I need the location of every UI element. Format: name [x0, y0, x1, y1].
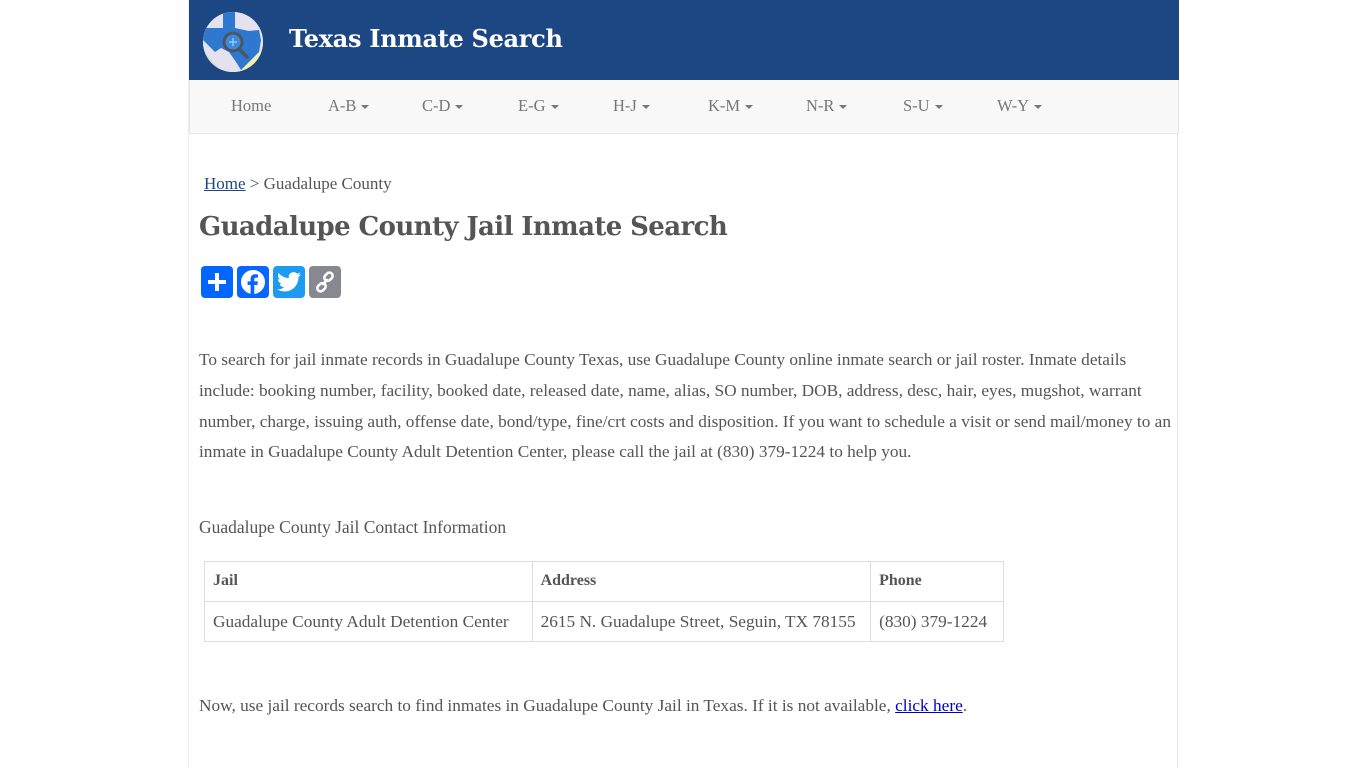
caret-down-icon — [745, 105, 754, 110]
nav-item-label: K-M — [708, 96, 741, 115]
nav-item-w-y[interactable]: W-Y — [997, 96, 1043, 116]
page-container: Texas Inmate Search Home A-B C-D E-G H-J… — [188, 0, 1179, 768]
nav-item-e-g[interactable]: E-G — [518, 96, 559, 116]
page-title: Guadalupe County Jail Inmate Search — [199, 212, 728, 242]
nav-item-s-u[interactable]: S-U — [903, 96, 943, 116]
link-icon — [316, 271, 334, 293]
site-title[interactable]: Texas Inmate Search — [289, 24, 563, 53]
share-add-button[interactable] — [201, 266, 233, 298]
outro-text: Now, use jail records search to find inm… — [199, 696, 896, 715]
cell-address: 2615 N. Guadalupe Street, Seguin, TX 781… — [531, 601, 872, 642]
nav-item-n-r[interactable]: N-R — [806, 96, 848, 116]
nav-item-h-j[interactable]: H-J — [613, 96, 650, 116]
nav-item-label: W-Y — [997, 96, 1030, 115]
breadcrumb-current: Guadalupe County — [263, 174, 392, 193]
outro-suffix: . — [962, 696, 968, 715]
plus-icon — [208, 273, 226, 291]
column-header-phone: Phone — [870, 561, 1004, 602]
caret-down-icon — [361, 105, 370, 110]
caret-down-icon — [455, 105, 464, 110]
click-here-link[interactable]: click here — [895, 696, 963, 715]
caret-down-icon — [641, 105, 650, 110]
breadcrumb-home-link[interactable]: Home — [204, 174, 246, 193]
caret-down-icon — [934, 105, 943, 110]
twitter-icon — [277, 272, 301, 292]
share-buttons — [201, 266, 341, 298]
table-row: Guadalupe County Adult Detention Center … — [204, 601, 1004, 642]
caret-down-icon — [839, 105, 848, 110]
texas-map-magnifier-icon[interactable] — [203, 12, 263, 72]
nav-item-a-b[interactable]: A-B — [328, 96, 370, 116]
breadcrumb: Home > Guadalupe County — [204, 174, 392, 194]
share-copy-link-button[interactable] — [309, 266, 341, 298]
contact-heading: Guadalupe County Jail Contact Informatio… — [199, 517, 507, 537]
breadcrumb-separator: > — [245, 174, 264, 193]
cell-phone: (830) 379-1224 — [870, 601, 1004, 642]
site-header: Texas Inmate Search — [189, 0, 1179, 80]
caret-down-icon — [550, 105, 559, 110]
caret-down-icon — [1034, 105, 1043, 110]
outro-paragraph: Now, use jail records search to find inm… — [199, 696, 967, 716]
share-twitter-button[interactable] — [273, 266, 305, 298]
nav-item-k-m[interactable]: K-M — [708, 96, 754, 116]
nav-item-label: A-B — [328, 96, 357, 115]
nav-item-label: C-D — [422, 96, 451, 115]
cell-jail-name: Guadalupe County Adult Detention Center — [204, 601, 533, 642]
column-header-address: Address — [531, 561, 872, 602]
main-nav: Home A-B C-D E-G H-J K-M N-R S-U W-Y — [189, 80, 1179, 134]
nav-item-label: H-J — [613, 96, 637, 115]
nav-item-c-d[interactable]: C-D — [422, 96, 464, 116]
contact-table: Jail Address Phone Guadalupe County Adul… — [204, 561, 1004, 642]
facebook-icon — [241, 270, 265, 295]
nav-item-label: S-U — [903, 96, 930, 115]
intro-paragraph: To search for jail inmate records in Gua… — [199, 350, 1171, 462]
nav-item-label: E-G — [518, 96, 546, 115]
share-facebook-button[interactable] — [237, 266, 269, 298]
nav-item-label: N-R — [806, 96, 835, 115]
table-header-row: Jail Address Phone — [204, 561, 1004, 602]
nav-item-home[interactable]: Home — [231, 96, 271, 116]
nav-item-label: Home — [231, 96, 272, 115]
column-header-jail: Jail — [204, 561, 533, 602]
